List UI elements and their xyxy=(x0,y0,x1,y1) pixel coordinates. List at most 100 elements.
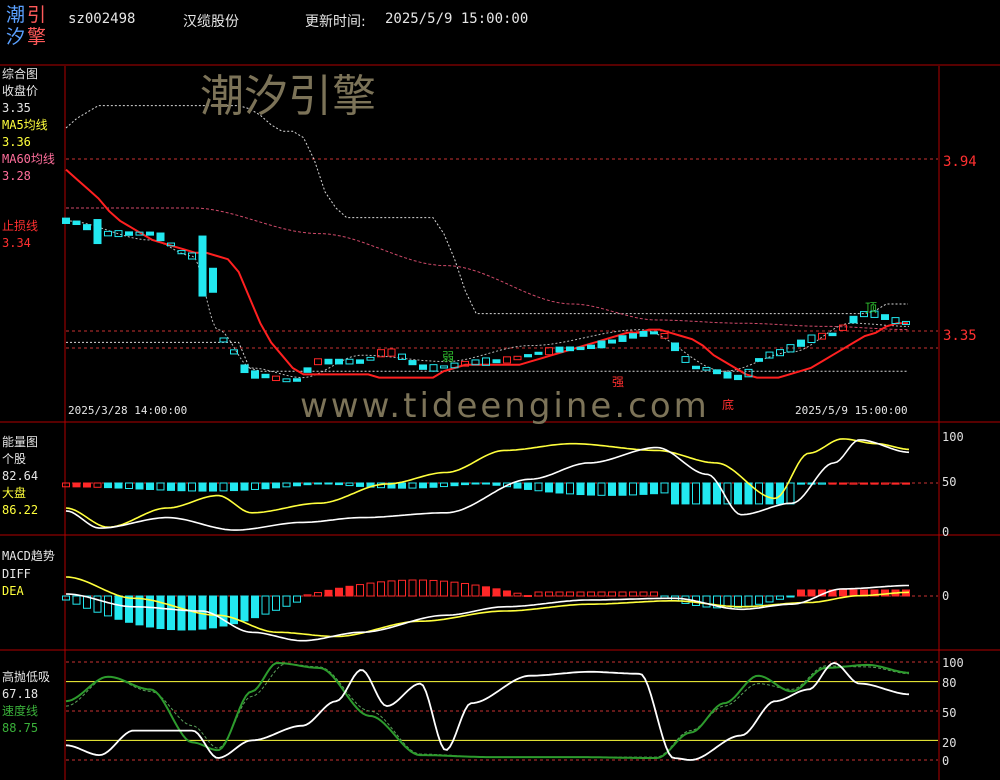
energy-bar xyxy=(335,482,343,486)
energy-bar xyxy=(839,482,847,485)
macd-bar xyxy=(534,591,543,597)
macd-bar xyxy=(387,580,396,597)
candle xyxy=(723,371,732,379)
candle xyxy=(818,332,826,340)
candle xyxy=(807,334,816,344)
energy-bar xyxy=(513,482,522,489)
macd-bar xyxy=(744,595,753,607)
energy-bar xyxy=(639,482,648,495)
candle xyxy=(272,375,280,382)
energy-tick-100: 100 xyxy=(942,430,964,444)
energy-bar xyxy=(692,482,700,505)
macd-bar xyxy=(440,580,448,597)
energy-bar xyxy=(765,482,774,505)
macd-bar xyxy=(450,581,459,597)
candle xyxy=(828,332,837,337)
energy-bar xyxy=(524,482,532,490)
energy-bar xyxy=(230,482,238,492)
macd-bar xyxy=(639,591,648,597)
candle xyxy=(587,344,595,350)
macd-bar xyxy=(576,591,585,597)
energy-bar xyxy=(881,482,889,485)
energy-bar xyxy=(681,482,690,505)
candle xyxy=(104,230,112,237)
candle xyxy=(209,267,217,293)
candle xyxy=(513,355,522,361)
candle xyxy=(83,224,91,231)
candle xyxy=(335,358,343,365)
ma60-value: 3.28 xyxy=(2,169,31,183)
macd-bar xyxy=(734,595,742,608)
energy-bar xyxy=(597,482,606,496)
update-time: 2025/5/9 15:00:00 xyxy=(385,11,529,27)
osc-tick-50: 50 xyxy=(942,706,957,720)
macd-bar xyxy=(839,589,847,597)
macd-bar xyxy=(398,579,406,597)
macd-bar xyxy=(377,581,385,597)
ma5-label: MA5均线 xyxy=(2,118,48,132)
energy-tick-50: 50 xyxy=(942,475,957,489)
candle xyxy=(702,367,711,371)
candle xyxy=(282,378,291,383)
osc-value: 67.18 xyxy=(2,687,39,701)
macd-panel-title: MACD趋势 xyxy=(2,549,55,563)
macd-bar xyxy=(608,591,616,597)
candle xyxy=(198,235,207,297)
candle xyxy=(429,364,438,372)
candle xyxy=(692,365,700,370)
energy-bar xyxy=(104,482,112,489)
candle xyxy=(440,365,448,369)
macd-bar xyxy=(167,595,175,631)
macd-bar xyxy=(314,592,322,597)
main-panel-title: 综合图 xyxy=(2,67,39,81)
candle xyxy=(125,231,133,236)
energy-bar xyxy=(177,482,186,492)
energy-bar xyxy=(618,482,627,496)
candle xyxy=(576,346,585,351)
macd-bar xyxy=(776,595,784,600)
candle xyxy=(660,333,669,339)
stop-value: 3.34 xyxy=(2,236,31,250)
stock-name: 汉缆股份 xyxy=(183,14,239,30)
energy-bar xyxy=(314,482,322,485)
energy-bar xyxy=(62,482,70,488)
macd-bar xyxy=(807,589,816,597)
macd-bar xyxy=(408,579,417,597)
osc-tick-80: 80 xyxy=(942,676,957,690)
energy-bar xyxy=(734,482,742,505)
candle xyxy=(366,356,375,361)
energy-stock-value: 82.64 xyxy=(2,469,39,483)
macd-bar xyxy=(209,595,217,629)
energy-bar xyxy=(849,482,858,485)
macd-bar xyxy=(429,579,438,597)
macd-bar xyxy=(366,582,375,597)
energy-bar xyxy=(345,482,354,487)
macd-bar xyxy=(356,584,364,597)
macd-bar xyxy=(261,595,270,615)
candle xyxy=(639,330,648,337)
energy-bar xyxy=(450,482,459,487)
candle xyxy=(156,232,165,242)
macd-bar xyxy=(755,595,763,605)
energy-bar xyxy=(167,482,175,491)
energy-bar xyxy=(818,482,826,485)
macd-bar xyxy=(471,584,480,597)
energy-bar xyxy=(587,482,595,496)
macd-bar xyxy=(62,595,70,601)
candle xyxy=(545,347,553,356)
candle xyxy=(881,314,889,320)
energy-bar xyxy=(356,482,364,487)
energy-bar xyxy=(828,482,837,485)
candle xyxy=(419,364,427,370)
upper-band-line xyxy=(65,105,908,315)
macd-bar xyxy=(702,595,711,608)
macd-bar xyxy=(555,591,564,597)
candle xyxy=(597,340,606,349)
macd-tick-0: 0 xyxy=(942,589,950,603)
macd-bar xyxy=(240,595,249,622)
macd-bar xyxy=(104,595,112,617)
candle xyxy=(114,230,123,238)
energy-bar xyxy=(702,482,711,505)
diff-label: DIFF xyxy=(2,567,31,581)
energy-bar xyxy=(440,482,448,488)
